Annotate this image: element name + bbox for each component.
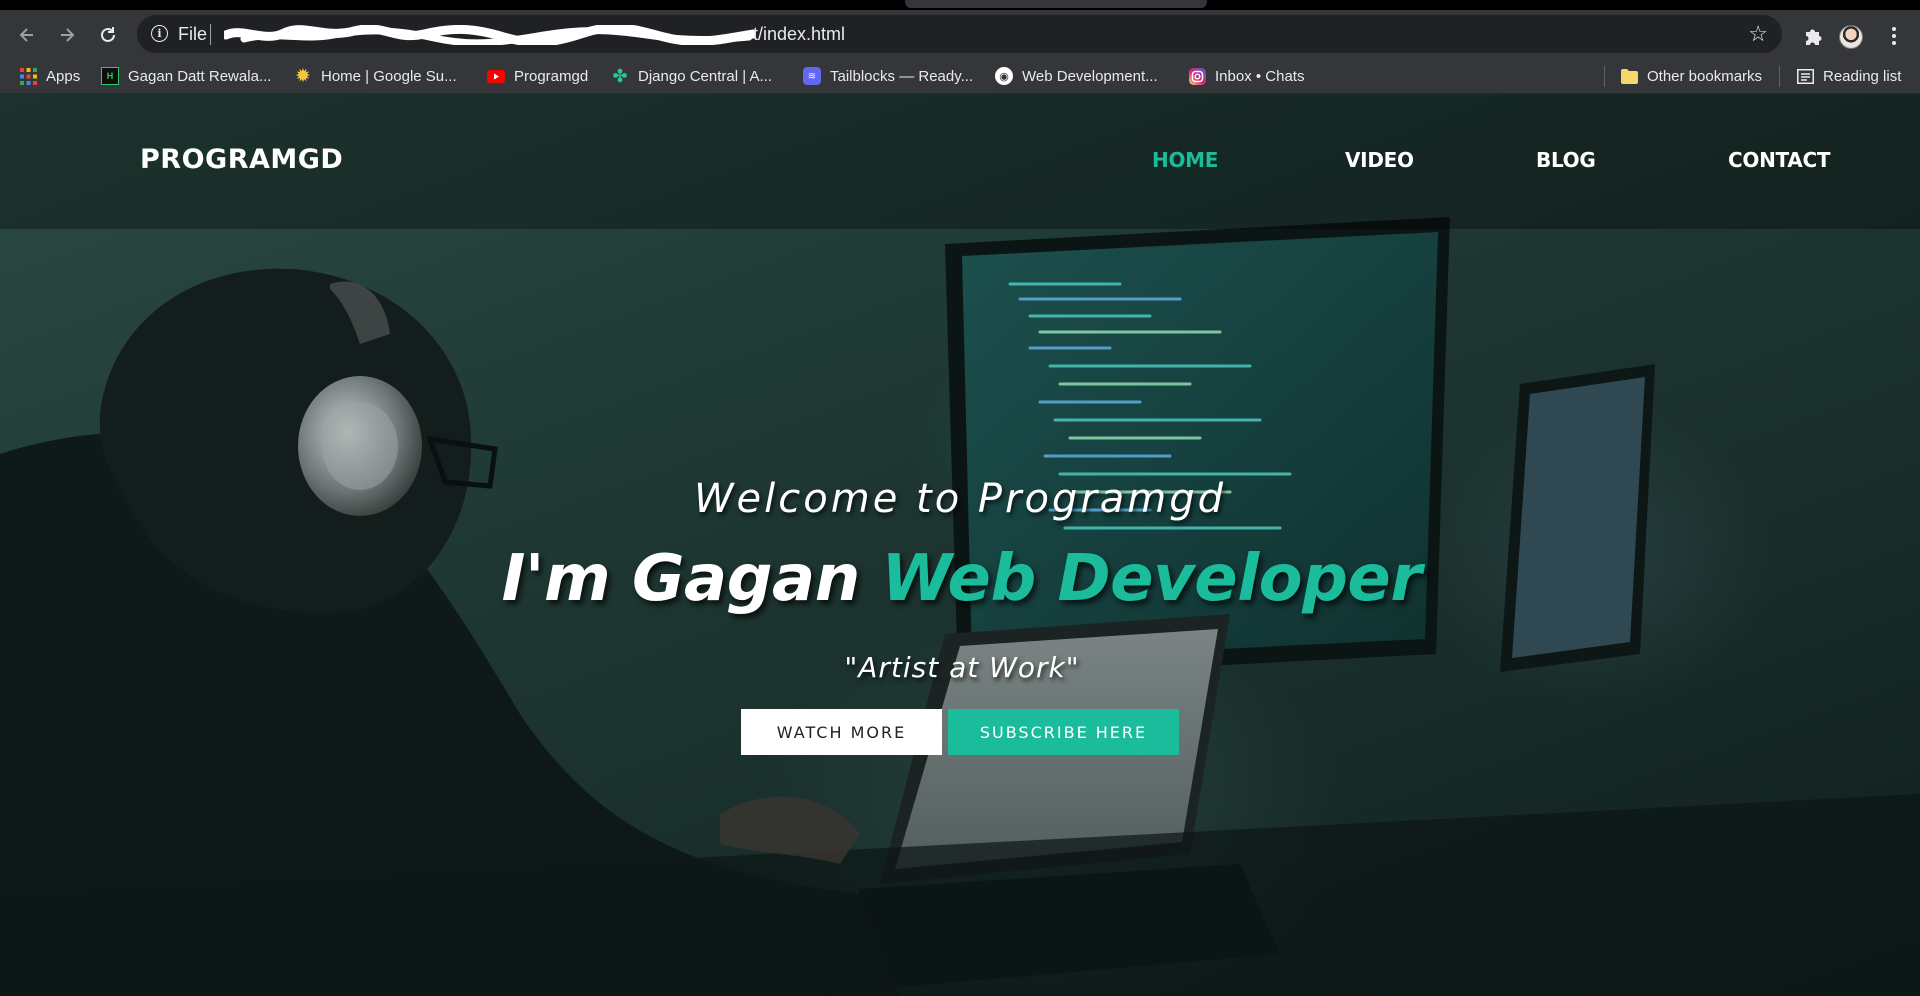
bookmark-hackerrank[interactable]: H Gagan Datt Rewala...	[101, 58, 271, 94]
profile-avatar[interactable]	[1839, 25, 1863, 49]
subscribe-here-button[interactable]: SUBSCRIBE HERE	[948, 709, 1179, 755]
info-icon[interactable]: i	[151, 25, 168, 42]
extensions-button[interactable]	[1800, 23, 1826, 49]
star-icon[interactable]: ☆	[1748, 21, 1768, 47]
address-bar[interactable]: i File t/index.html ☆	[137, 15, 1782, 53]
url-divider	[210, 24, 211, 45]
bookmark-google-sites[interactable]: ✹ Home | Google Su...	[294, 58, 457, 94]
browser-menu-button[interactable]	[1881, 23, 1907, 49]
bookmark-other-bookmarks[interactable]: Other bookmarks	[1620, 58, 1762, 94]
redacted-url-scribble	[224, 25, 755, 45]
forward-button[interactable]	[52, 20, 82, 50]
bookmark-instagram-inbox[interactable]: Inbox • Chats	[1188, 58, 1304, 94]
hero-headline-prefix: I'm Gagan	[501, 542, 861, 616]
back-button[interactable]	[12, 20, 42, 50]
bookmark-label: Other bookmarks	[1647, 67, 1763, 85]
arrow-left-icon	[19, 28, 33, 42]
bookmark-youtube[interactable]: Programgd	[487, 58, 588, 94]
hero-headline-accent: Web Developer	[881, 542, 1422, 616]
bookmark-web-development[interactable]: ◉ Web Development...	[995, 58, 1158, 94]
globe-icon: ◉	[995, 67, 1013, 85]
reload-button[interactable]	[93, 20, 123, 50]
bookmark-label: Gagan Datt Rewala...	[128, 67, 272, 85]
bookmark-apps[interactable]: Apps	[19, 58, 80, 94]
webpage-viewport: PROGRAMGD HOME VIDEO BLOG CONTACT Welcom…	[0, 94, 1920, 996]
instagram-icon	[1188, 67, 1206, 85]
bookmark-label: Django Central | A...	[638, 67, 772, 85]
youtube-icon	[487, 67, 505, 85]
bookmarks-separator	[1604, 66, 1605, 87]
bookmarks-separator	[1779, 66, 1780, 87]
more-vertical-icon	[1892, 27, 1896, 45]
bookmark-label: Apps	[46, 67, 81, 85]
bookmark-label: Reading list	[1823, 67, 1902, 85]
url-scheme: File	[178, 24, 208, 44]
tailblocks-icon: ≋	[803, 67, 821, 85]
bookmark-django-central[interactable]: ✤ Django Central | A...	[611, 58, 772, 94]
bookmark-label: Inbox • Chats	[1215, 67, 1305, 85]
active-tab-notch[interactable]	[905, 0, 1207, 8]
watch-more-button[interactable]: WATCH MORE	[741, 709, 942, 755]
bookmark-label: Programgd	[514, 67, 589, 85]
browser-toolbar: i File t/index.html ☆	[0, 10, 1920, 58]
bookmark-tailblocks[interactable]: ≋ Tailblocks — Ready...	[803, 58, 973, 94]
hero-headline: I'm Gagan Web Developer	[0, 542, 1920, 616]
reading-list-button[interactable]: Reading list	[1796, 58, 1901, 94]
arrow-right-icon	[61, 28, 75, 42]
google-sun-icon: ✹	[295, 65, 311, 87]
bookmark-label: Web Development...	[1022, 67, 1158, 85]
reading-list-icon	[1796, 67, 1814, 85]
hero-section: Welcome to Programgd I'm Gagan Web Devel…	[0, 94, 1920, 996]
puzzle-icon	[1806, 29, 1822, 45]
hero-tagline: "Artist at Work"	[844, 651, 1080, 684]
bookmarks-bar: Apps H Gagan Datt Rewala... ✹ Home | Goo…	[0, 58, 1920, 94]
django-central-icon: ✤	[612, 65, 628, 86]
folder-icon	[1620, 67, 1638, 85]
hackerrank-icon: H	[101, 67, 119, 85]
hero-welcome-text: Welcome to Programgd	[693, 476, 1227, 522]
bookmark-label: Home | Google Su...	[321, 67, 457, 85]
bookmark-label: Tailblocks — Ready...	[830, 67, 974, 85]
reload-icon	[101, 27, 115, 42]
url-path: t/index.html	[753, 24, 846, 44]
apps-grid-icon	[19, 67, 37, 85]
